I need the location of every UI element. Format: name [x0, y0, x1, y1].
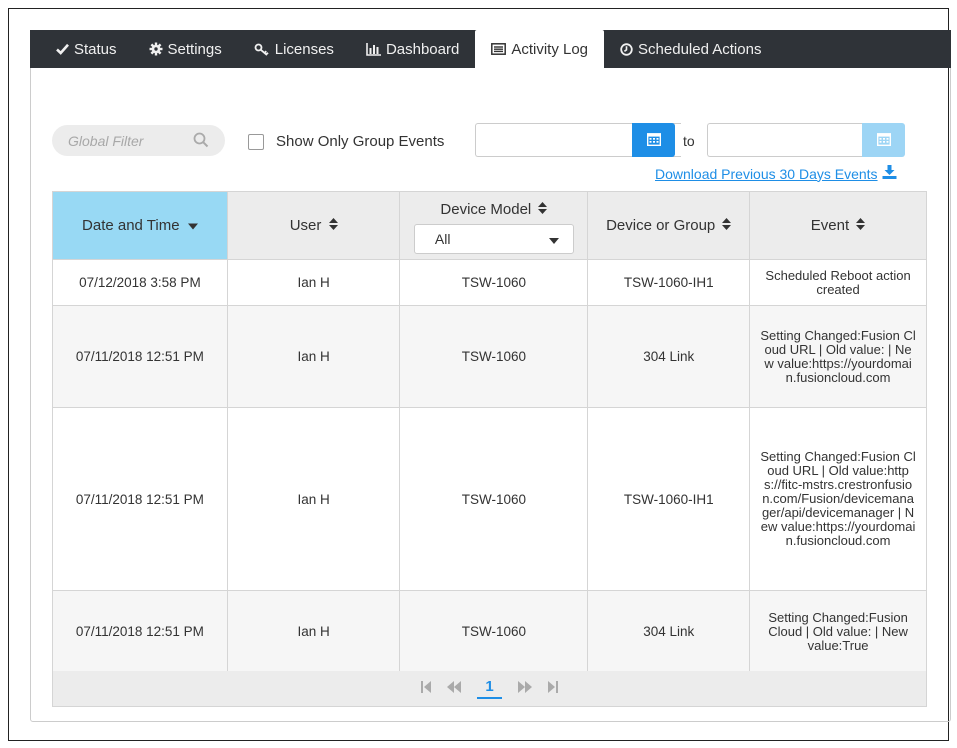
tab-status[interactable]: Status [40, 30, 133, 68]
start-date-calendar-button[interactable] [632, 123, 675, 157]
tab-bar: Status Settings Licenses Dashboard Activ… [30, 30, 951, 68]
first-page-icon[interactable] [421, 681, 432, 696]
end-date-calendar-button[interactable] [862, 123, 905, 157]
current-page-number[interactable]: 1 [477, 678, 502, 699]
search-icon[interactable] [193, 132, 209, 151]
tab-scheduled-actions[interactable]: Scheduled Actions [604, 30, 777, 68]
check-icon [56, 43, 69, 55]
group-events-label: Show Only Group Events [276, 133, 445, 150]
column-header-event[interactable]: Event [749, 191, 927, 260]
tab-activity-log-label: Activity Log [511, 40, 589, 58]
cell-user: Ian H [226, 407, 401, 591]
column-header-date-label: Date and Time [82, 217, 180, 234]
column-header-device-label: Device or Group [606, 217, 716, 234]
filter-toolbar: Show Only Group Events to [52, 123, 927, 159]
cell-date: 07/11/2018 12:51 PM [52, 407, 228, 591]
tab-dashboard[interactable]: Dashboard [350, 30, 475, 68]
cell-event: Setting Changed:Fusion Cloud URL | Old v… [749, 407, 927, 591]
download-events-link[interactable]: Download Previous 30 Days Events [655, 165, 897, 182]
cell-model: TSW-1060 [399, 590, 589, 673]
cell-event: Setting Changed:Fusion Cloud | Old value… [749, 590, 927, 673]
column-header-date[interactable]: Date and Time [52, 191, 228, 260]
column-header-event-label: Event [810, 217, 850, 234]
gear-icon [149, 42, 163, 56]
cell-model: TSW-1060 [399, 407, 589, 591]
tab-settings[interactable]: Settings [133, 30, 238, 68]
key-icon [254, 43, 270, 56]
cell-user: Ian H [226, 590, 401, 673]
cell-model: TSW-1060 [399, 259, 589, 306]
sort-icon [535, 201, 548, 218]
cell-user: Ian H [226, 259, 401, 306]
download-icon [882, 165, 897, 182]
clock-icon [620, 42, 633, 56]
previous-page-icon[interactable] [447, 681, 462, 696]
table-row: 07/11/2018 12:51 PM Ian H TSW-1060 304 L… [52, 590, 927, 673]
table-row: 07/11/2018 12:51 PM Ian H TSW-1060 304 L… [52, 305, 927, 408]
cell-event: Setting Changed:Fusion Cloud URL | Old v… [749, 305, 927, 408]
tab-dashboard-label: Dashboard [385, 40, 460, 58]
download-events-label: Download Previous 30 Days Events [655, 165, 878, 182]
pagination: 1 [52, 671, 927, 707]
cell-date: 07/11/2018 12:51 PM [52, 305, 228, 408]
sort-icon [853, 217, 866, 234]
cell-device: 304 Link [587, 305, 751, 408]
device-model-filter-value: All [434, 231, 451, 247]
tab-status-label: Status [74, 40, 117, 58]
sort-icon [326, 217, 338, 234]
tab-settings-label: Settings [167, 40, 222, 58]
column-header-device[interactable]: Device or Group [587, 191, 751, 260]
calendar-icon [876, 132, 891, 149]
column-header-user-label: User [289, 217, 322, 234]
cell-device: TSW-1060-IH1 [587, 259, 751, 306]
tab-activity-log[interactable]: Activity Log [475, 30, 605, 68]
global-filter [52, 125, 225, 156]
column-header-model-label: Device Model [440, 201, 532, 218]
tab-licenses[interactable]: Licenses [238, 30, 350, 68]
sort-desc-icon [184, 217, 198, 234]
table-row: 07/12/2018 3:58 PM Ian H TSW-1060 TSW-10… [52, 259, 927, 306]
column-header-model[interactable]: Device Model All [399, 191, 589, 260]
group-events-checkbox[interactable] [248, 134, 264, 150]
column-header-user[interactable]: User [226, 191, 401, 260]
cell-date: 07/11/2018 12:51 PM [52, 590, 228, 673]
bar-chart-icon [366, 42, 381, 56]
cell-device: 304 Link [587, 590, 751, 673]
caret-down-icon [548, 231, 559, 247]
list-icon [491, 43, 507, 55]
tab-scheduled-actions-label: Scheduled Actions [638, 40, 762, 58]
date-range-to-label: to [683, 133, 695, 149]
cell-user: Ian H [226, 305, 401, 408]
cell-date: 07/12/2018 3:58 PM [52, 259, 228, 306]
table-row: 07/11/2018 12:51 PM Ian H TSW-1060 TSW-1… [52, 407, 927, 591]
cell-model: TSW-1060 [399, 305, 589, 408]
calendar-icon [646, 132, 661, 149]
end-date-input[interactable] [707, 123, 867, 157]
device-model-filter-select[interactable]: All [413, 224, 574, 254]
last-page-icon[interactable] [547, 681, 558, 696]
global-filter-input[interactable] [68, 132, 188, 149]
next-page-icon[interactable] [517, 681, 532, 696]
cell-device: TSW-1060-IH1 [587, 407, 751, 591]
cell-event: Scheduled Reboot action created [749, 259, 927, 306]
sort-icon [719, 217, 732, 234]
tab-licenses-label: Licenses [274, 40, 334, 58]
activity-log-table: Date and Time User Device Model All Devi… [52, 191, 927, 673]
